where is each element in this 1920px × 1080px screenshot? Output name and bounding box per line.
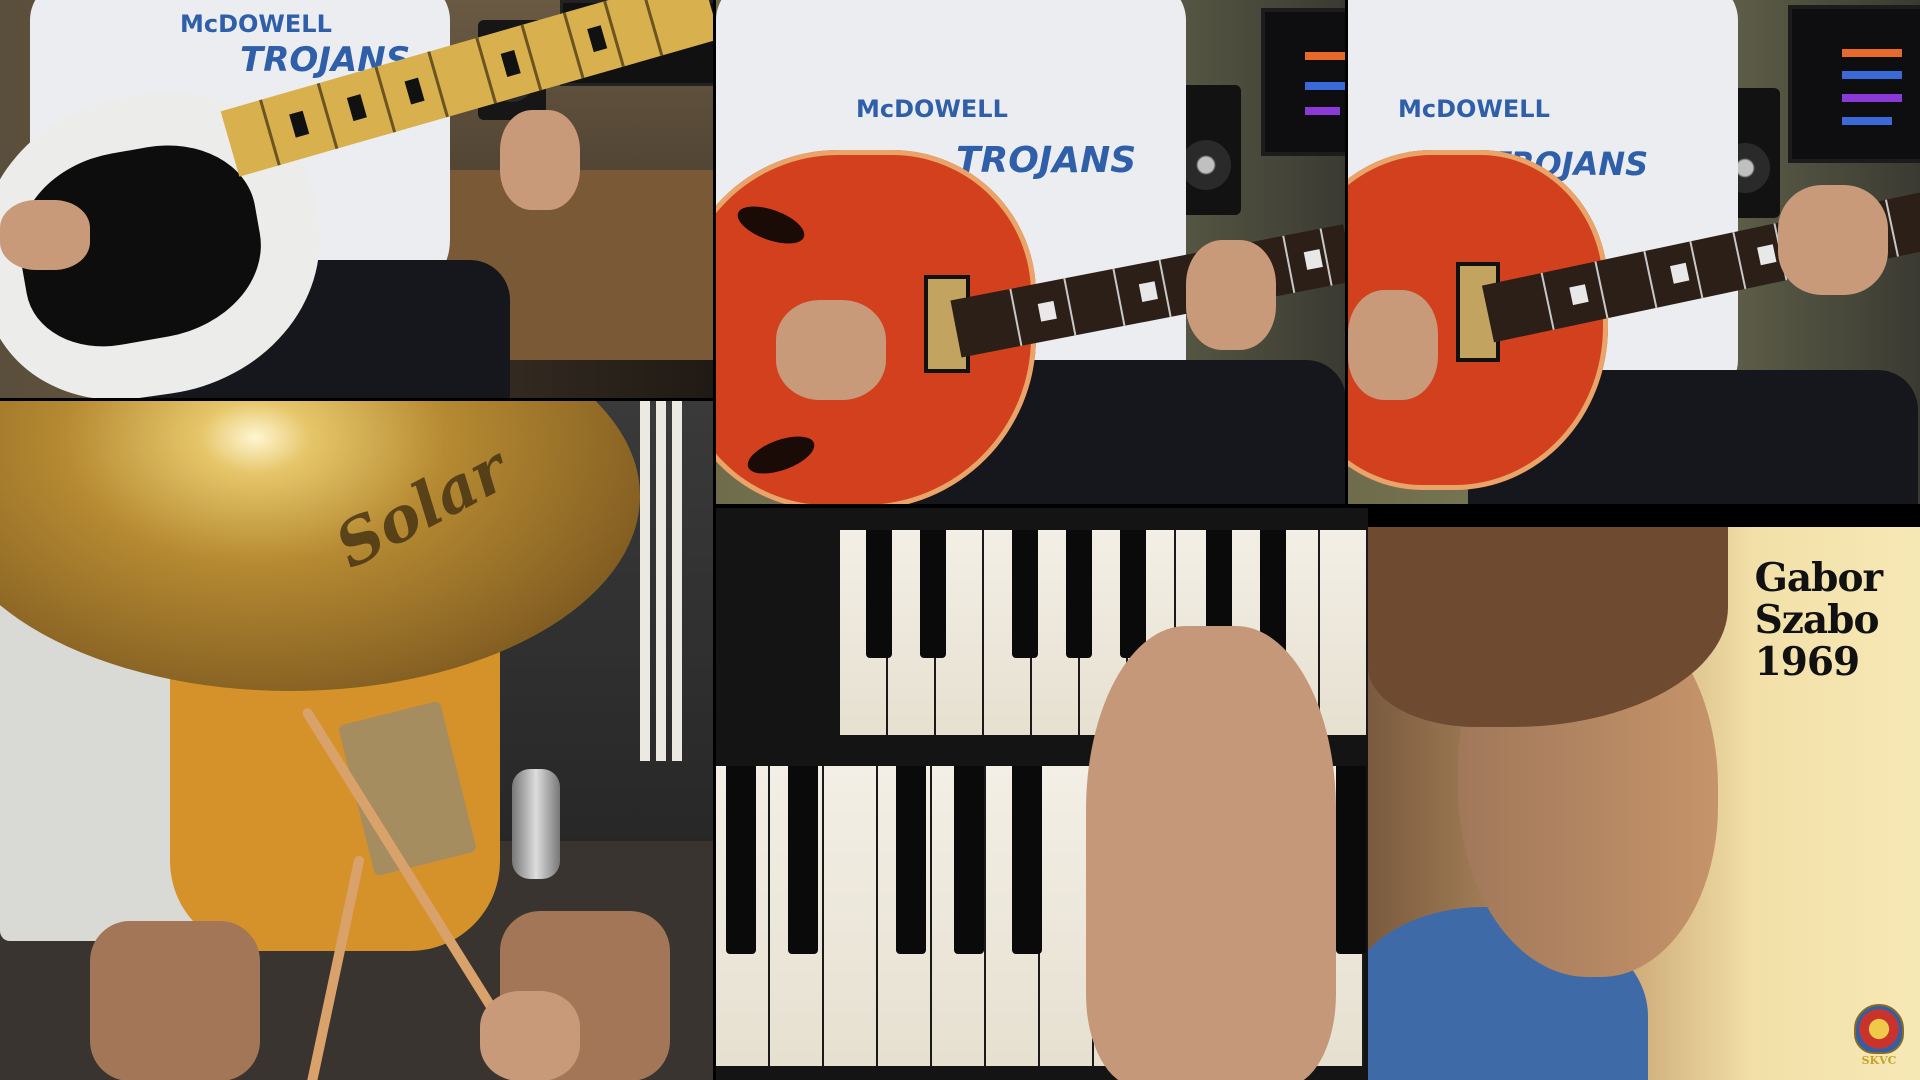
shirt-text-school: McDOWELL — [856, 95, 1008, 123]
drumstick-bundle — [640, 401, 700, 761]
black-key — [866, 530, 892, 658]
shirt-text-school: McDOWELL — [180, 10, 332, 38]
picking-hand — [0, 200, 90, 270]
black-key — [726, 766, 756, 954]
playing-hand — [1086, 626, 1336, 1080]
drum-panel: Solar — [0, 401, 713, 1080]
shirt-text-team: TROJANS — [956, 140, 1137, 181]
picking-hand — [1348, 290, 1438, 400]
album-artist-last-name: Szabo — [1754, 597, 1880, 644]
computer-monitor — [1261, 8, 1345, 156]
bass-panel: McDOWELL TROJANS — [0, 0, 713, 398]
drumming-hand — [480, 991, 580, 1080]
guitar-panel-2: McDOWELL TROJANS — [1348, 0, 1920, 504]
black-key — [1012, 766, 1042, 954]
crest-icon — [1854, 1004, 1904, 1054]
computer-monitor — [1788, 5, 1920, 163]
keyboard-panel — [716, 508, 1368, 1080]
black-key — [788, 766, 818, 954]
fretting-hand — [1778, 185, 1888, 295]
black-key — [954, 766, 984, 954]
album-artist-first-name: Gabor — [1754, 555, 1883, 601]
album-title: Gabor Szabo 1969 — [1754, 555, 1883, 686]
black-key — [920, 530, 946, 658]
black-key — [1066, 530, 1092, 658]
album-year: 1969 — [1754, 639, 1861, 686]
watermark-text: SKVC — [1861, 1054, 1897, 1067]
player-leg — [90, 921, 260, 1080]
fretting-hand — [1186, 240, 1276, 350]
black-key — [1012, 530, 1038, 658]
guitar-panel-1: McDOWELL TROJANS — [716, 0, 1345, 504]
microphone — [512, 769, 560, 879]
black-key — [1336, 766, 1366, 954]
shirt-text-school: McDOWELL — [1398, 95, 1550, 123]
channel-watermark: SKVC — [1848, 1004, 1910, 1072]
fretting-hand — [500, 110, 580, 210]
picking-hand — [776, 300, 886, 400]
black-key — [896, 766, 926, 954]
black-key — [1120, 530, 1146, 658]
album-cover: Gabor Szabo 1969 SKVC — [1368, 527, 1920, 1080]
